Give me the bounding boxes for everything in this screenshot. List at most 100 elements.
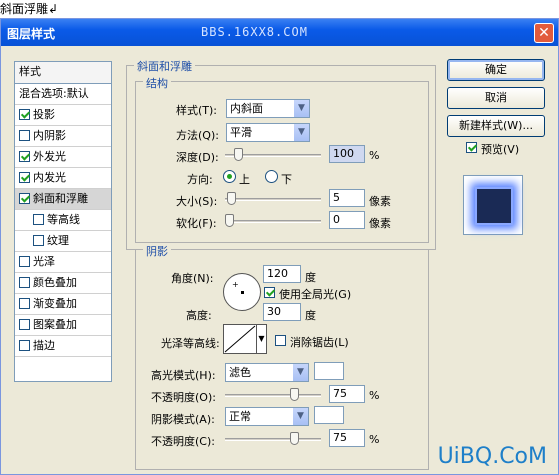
shadow-opacity-unit: % [369, 433, 380, 446]
sidebar-item-label: 样式 [19, 65, 41, 78]
size-slider[interactable] [225, 192, 321, 205]
highlight-opacity-input[interactable]: 75 [329, 385, 365, 403]
direction-up-radio[interactable] [223, 170, 236, 183]
style-list: 样式混合选项:默认投影内阴影外发光内发光斜面和浮雕 等高线纹理光泽 颜色叠加渐变叠加… [14, 61, 112, 382]
sidebar-item-12[interactable]: 图案叠加 [15, 315, 111, 336]
soften-slider-thumb[interactable] [225, 214, 234, 227]
sidebar-checkbox[interactable] [19, 193, 30, 204]
highlight-color-swatch[interactable] [314, 362, 344, 380]
structure-title: 结构 [143, 75, 171, 91]
depth-input[interactable]: 100 [329, 145, 365, 163]
shadow-mode-label: 阴影模式(A): [151, 413, 215, 426]
contour-curve-icon [224, 325, 256, 353]
method-select[interactable]: 平滑 ▼ [226, 123, 310, 142]
chevron-down-icon: ▼ [293, 100, 309, 117]
sidebar-item-label: 外发光 [33, 150, 66, 163]
sidebar-item-0[interactable]: 样式 [15, 62, 111, 84]
angle-input[interactable]: 120 [263, 265, 301, 283]
style-label: 样式(T): [176, 104, 218, 117]
angle-dial[interactable]: + [223, 273, 261, 311]
shadow-opacity-slider[interactable] [225, 432, 321, 445]
highlight-opacity-thumb[interactable] [290, 388, 299, 401]
sidebar-item-label: 内发光 [33, 171, 66, 184]
size-slider-thumb[interactable] [227, 192, 236, 205]
ok-button[interactable]: 确定 [447, 59, 545, 81]
sidebar-checkbox[interactable] [33, 235, 44, 246]
close-icon[interactable]: ✕ [534, 23, 554, 43]
antialias-label: 消除锯齿(L) [290, 336, 349, 349]
highlight-opacity-label: 不透明度(O): [151, 391, 216, 404]
soften-slider[interactable] [225, 214, 321, 227]
title-watermark: BBS.16XX8.COM [201, 25, 308, 39]
sidebar-item-4[interactable]: 外发光 [15, 147, 111, 168]
shadow-color-swatch[interactable] [314, 406, 344, 424]
sidebar-checkbox[interactable] [33, 214, 44, 225]
soften-input[interactable]: 0 [329, 211, 365, 229]
highlight-opacity-slider[interactable] [225, 388, 321, 401]
sidebar-item-5[interactable]: 内发光 [15, 168, 111, 189]
chevron-down-icon: ▼ [292, 364, 308, 381]
sidebar-item-2[interactable]: 投影 [15, 105, 111, 126]
sidebar-checkbox[interactable] [19, 151, 30, 162]
angle-unit: 度 [305, 271, 316, 284]
sidebar-checkbox[interactable] [19, 256, 30, 267]
antialias-checkbox[interactable] [275, 335, 286, 346]
depth-slider-thumb[interactable] [234, 148, 243, 161]
direction-down-radio[interactable] [265, 170, 278, 183]
new-style-button[interactable]: 新建样式(W)... [447, 115, 545, 137]
altitude-input[interactable]: 30 [263, 303, 301, 321]
sidebar-checkbox[interactable] [19, 172, 30, 183]
sidebar-checkbox[interactable] [19, 319, 30, 330]
sidebar-item-13[interactable]: 描边 [15, 336, 111, 357]
size-unit: 像素 [369, 195, 391, 208]
shadow-opacity-input[interactable]: 75 [329, 429, 365, 447]
depth-slider[interactable] [225, 148, 321, 161]
sidebar-item-6[interactable]: 斜面和浮雕 [15, 189, 111, 210]
method-label: 方法(Q): [176, 129, 219, 142]
sidebar-item-9[interactable]: 光泽 [15, 252, 111, 273]
style-preview-thumbnail [463, 175, 523, 235]
depth-label: 深度(D): [176, 151, 219, 164]
style-select[interactable]: 内斜面 ▼ [226, 99, 310, 118]
gloss-contour-picker[interactable] [223, 324, 257, 354]
preview-label: 预览(V) [481, 143, 520, 156]
size-label: 大小(S): [176, 195, 218, 208]
shadow-opacity-thumb[interactable] [290, 432, 299, 445]
sidebar-item-label: 渐变叠加 [33, 297, 77, 310]
sidebar-item-label: 图案叠加 [33, 318, 77, 331]
sidebar-item-label: 混合选项:默认 [19, 87, 89, 100]
altitude-label: 高度: [186, 309, 212, 322]
sidebar-checkbox[interactable] [19, 130, 30, 141]
sidebar-item-10[interactable]: 颜色叠加 [15, 273, 111, 294]
highlight-opacity-unit: % [369, 389, 380, 402]
sidebar-item-11[interactable]: 渐变叠加 [15, 294, 111, 315]
sidebar-checkbox[interactable] [19, 298, 30, 309]
global-light-label: 使用全局光(G) [279, 288, 352, 301]
shadow-opacity-label: 不透明度(C): [151, 435, 215, 448]
sidebar-item-label: 纹理 [47, 234, 69, 247]
soften-label: 软化(F): [176, 217, 217, 230]
sidebar-checkbox[interactable] [19, 277, 30, 288]
sidebar-item-label: 投影 [33, 108, 55, 121]
gloss-contour-label: 光泽等高线: [161, 337, 220, 350]
window-title: 图层样式 [7, 27, 56, 41]
direction-up-label: 上 [239, 173, 250, 186]
direction-label: 方向: [187, 173, 213, 186]
global-light-checkbox[interactable] [264, 287, 275, 298]
size-input[interactable]: 5 [329, 189, 365, 207]
sidebar-item-1[interactable]: 混合选项:默认 [15, 84, 111, 105]
highlight-mode-select[interactable]: 滤色 ▼ [225, 363, 309, 382]
contour-dropdown-icon[interactable]: ▼ [257, 324, 267, 354]
shadow-mode-select[interactable]: 正常 ▼ [225, 407, 309, 426]
cancel-button[interactable]: 取消 [447, 87, 545, 109]
sidebar-item-3[interactable]: 内阴影 [15, 126, 111, 147]
layer-style-dialog: 图层样式 BBS.16XX8.COM ✕ 样式混合选项:默认投影内阴影外发光内发… [0, 18, 559, 475]
preview-checkbox[interactable] [466, 142, 477, 153]
sidebar-checkbox[interactable] [19, 340, 30, 351]
sidebar-item-7[interactable]: 等高线 [15, 210, 111, 231]
bevel-group-title: 斜面和浮雕 [134, 58, 195, 74]
sidebar-item-8[interactable]: 纹理 [15, 231, 111, 252]
sidebar-checkbox[interactable] [19, 109, 30, 120]
chevron-down-icon: ▼ [293, 124, 309, 141]
title-bar: 图层样式 BBS.16XX8.COM ✕ [1, 19, 558, 46]
